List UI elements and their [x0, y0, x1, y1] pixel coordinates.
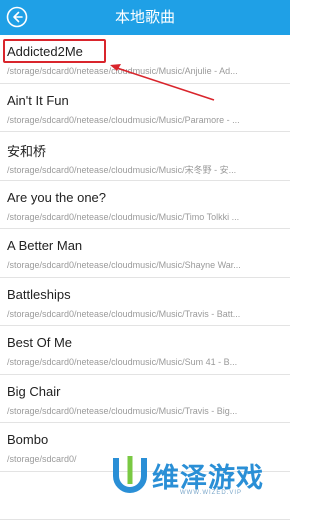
- watermark-logo-icon: [110, 454, 150, 496]
- watermark: 维泽游戏 WWW.WIZED.VIP: [100, 452, 290, 500]
- annotation-arrow-icon: [0, 0, 290, 500]
- watermark-subtext: WWW.WIZED.VIP: [180, 490, 242, 496]
